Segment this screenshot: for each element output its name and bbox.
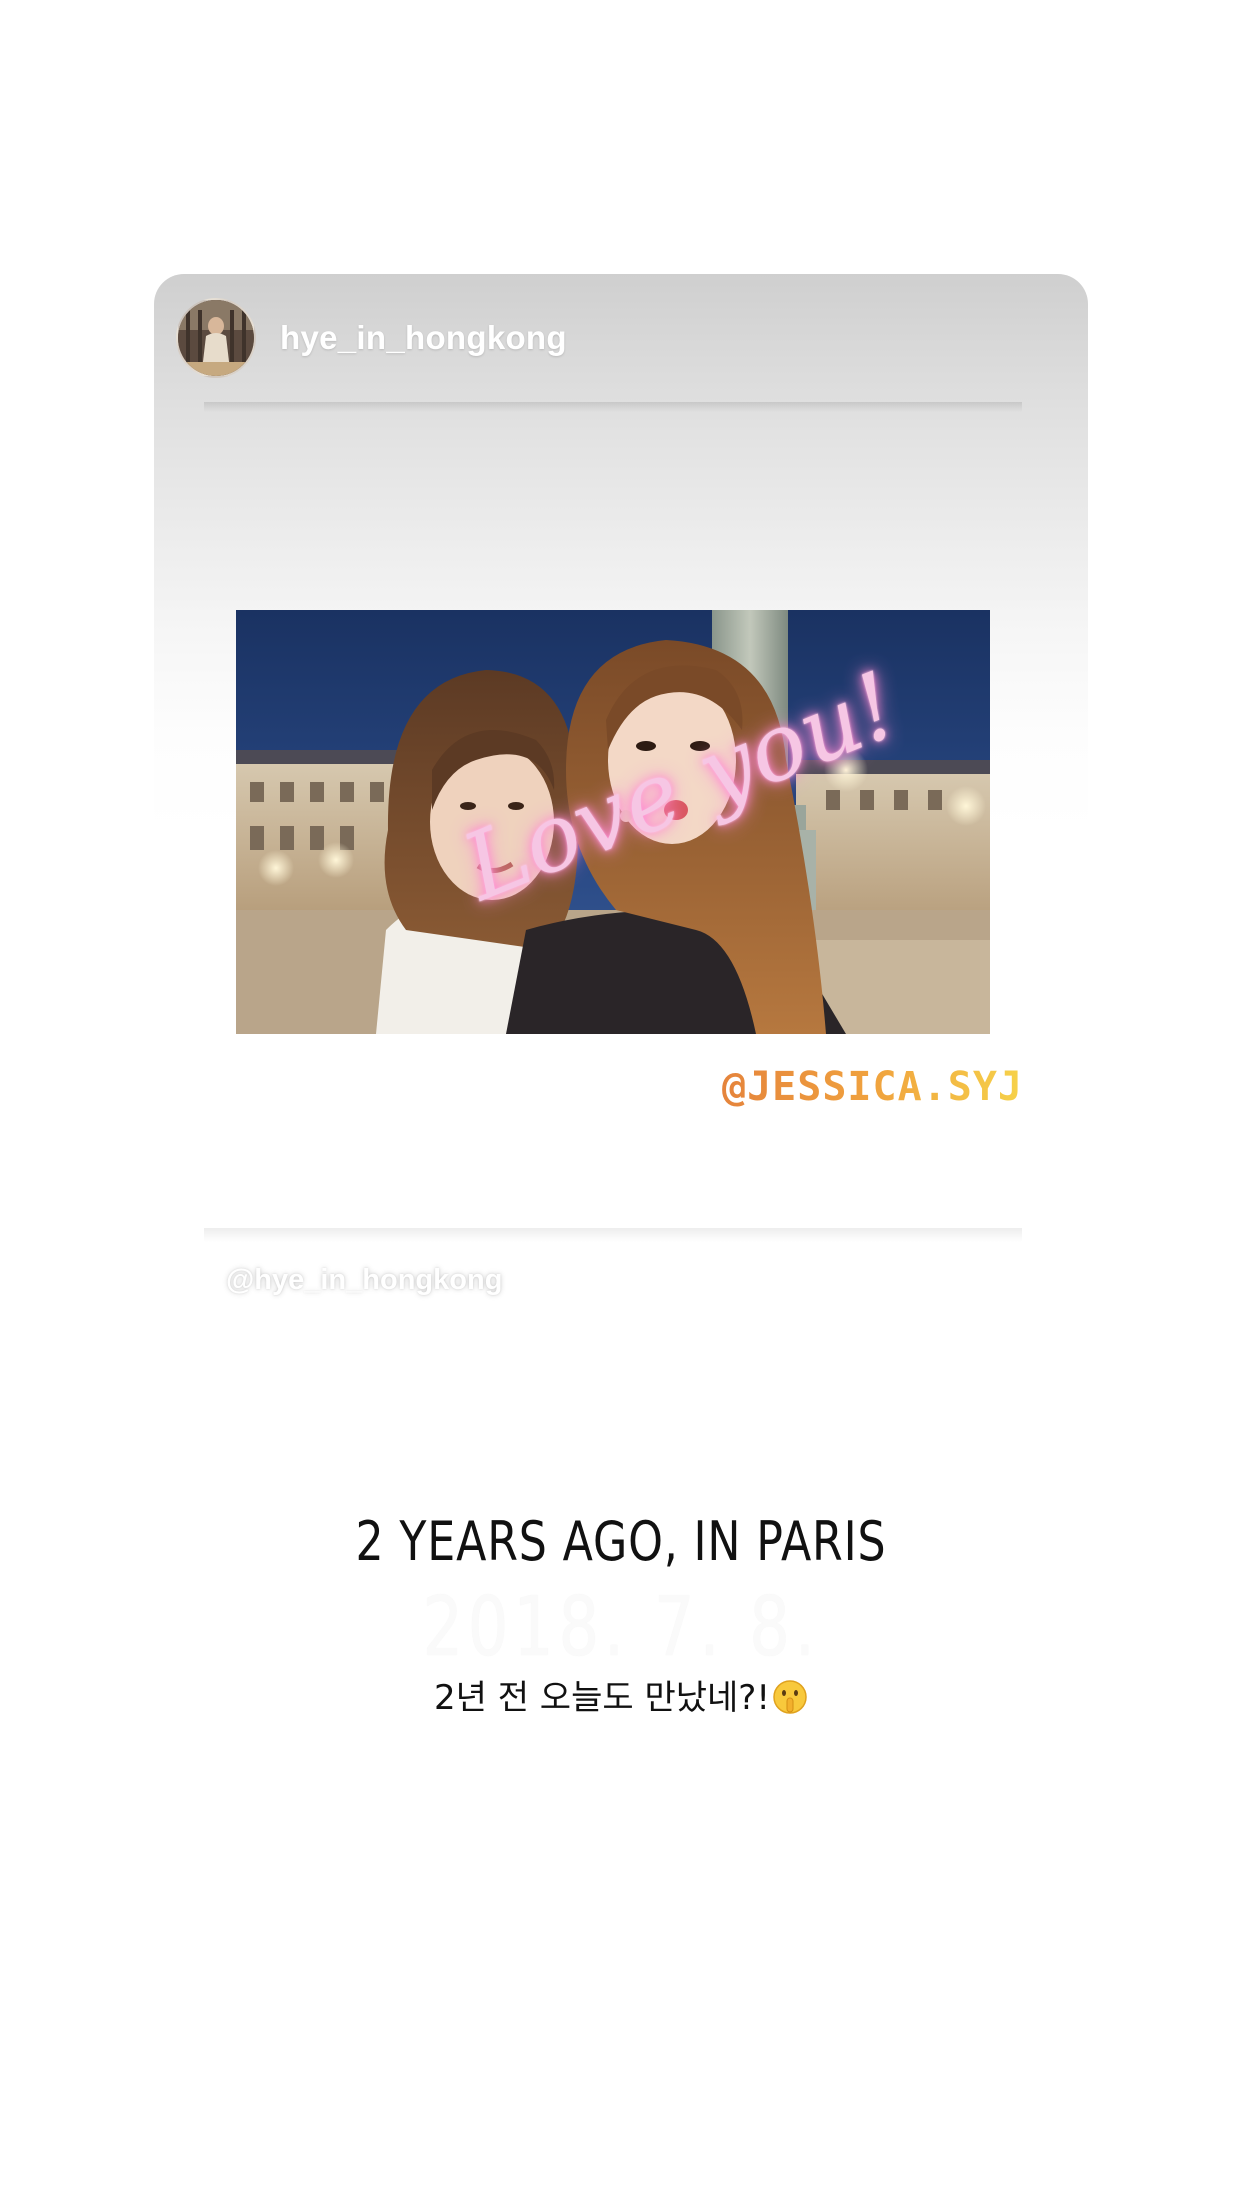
story-username[interactable]: hye_in_hongkong — [280, 319, 567, 357]
shushing-face-emoji-icon — [773, 1680, 807, 1714]
card-header[interactable]: hye_in_hongkong — [176, 296, 567, 380]
caption-korean-text: 2년 전 오늘도 만났네?! — [434, 1678, 770, 1718]
shared-story-card[interactable]: hye_in_hongkong Love you! @JESSICA.SYJ @… — [154, 274, 1088, 1314]
story-watermark: @hye_in_hongkong — [226, 1264, 503, 1296]
caption-title: 2 YEARS AGO, IN PARIS — [355, 1510, 887, 1573]
card-divider-top — [204, 402, 1022, 412]
card-divider-bottom — [204, 1228, 1022, 1242]
avatar-image — [178, 300, 254, 376]
avatar[interactable] — [176, 298, 256, 378]
mention-sticker[interactable]: @JESSICA.SYJ — [722, 1064, 1023, 1110]
caption-date: 2018. 7. 8. — [422, 1580, 820, 1675]
story-canvas: hye_in_hongkong Love you! @JESSICA.SYJ @… — [0, 0, 1242, 2208]
caption-korean: 2년 전 오늘도 만났네?! — [0, 1670, 1242, 1719]
